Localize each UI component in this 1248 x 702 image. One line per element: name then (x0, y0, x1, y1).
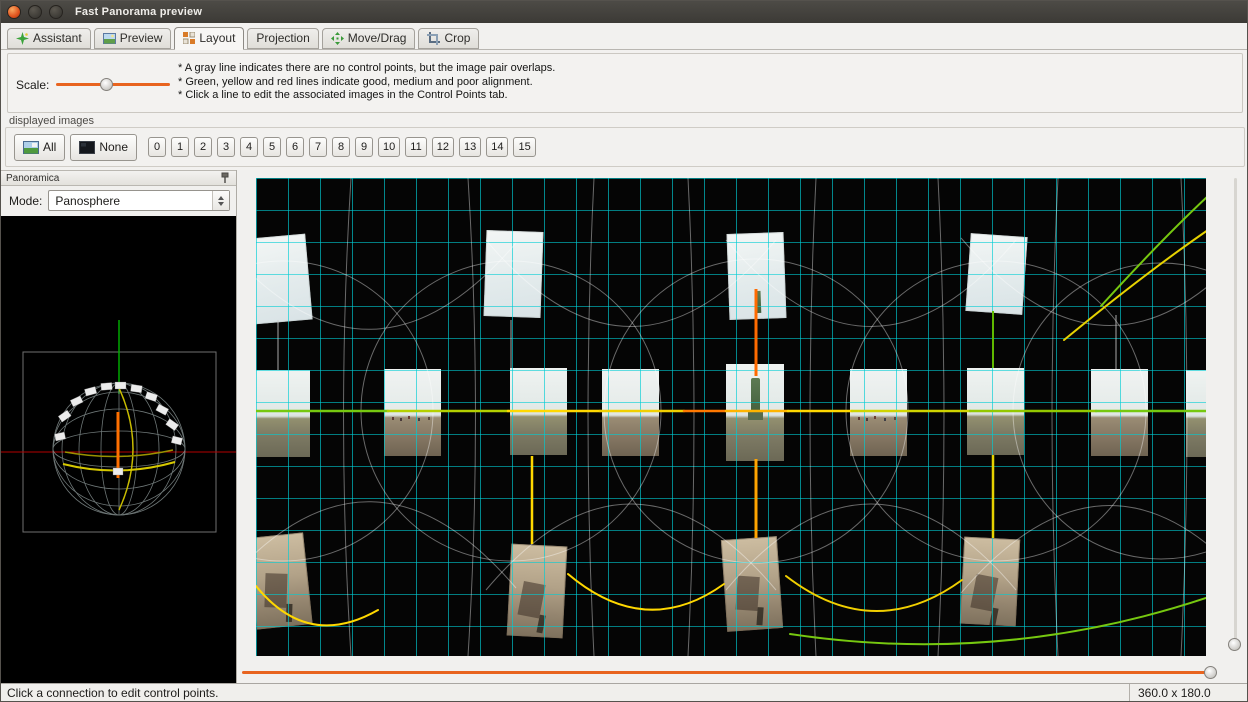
tab-label: Assistant (33, 31, 82, 45)
image-button-14[interactable]: 14 (486, 137, 508, 157)
help-line-1: * A gray line indicates there are no con… (178, 62, 555, 76)
image-button-4[interactable]: 4 (240, 137, 258, 157)
tab-label: Move/Drag (348, 31, 407, 45)
tab-assistant[interactable]: Assistant (7, 28, 91, 49)
help-line-3: * Click a line to edit the associated im… (178, 89, 555, 103)
displayed-images-group: All None 0 1 2 3 4 5 6 7 8 9 10 11 12 13… (5, 127, 1245, 167)
pin-icon[interactable] (219, 172, 231, 184)
tab-label: Projection (256, 31, 309, 45)
help-text: * A gray line indicates there are no con… (178, 62, 555, 103)
titlebar: Fast Panorama preview (1, 1, 1247, 23)
all-button-label: All (43, 140, 56, 154)
image-button-11[interactable]: 11 (405, 137, 426, 157)
image-button-13[interactable]: 13 (459, 137, 481, 157)
wand-icon (16, 32, 29, 45)
image-button-3[interactable]: 3 (217, 137, 235, 157)
displayed-images-label: displayed images (9, 115, 94, 127)
layout-main-area (238, 170, 1248, 685)
image-button-0[interactable]: 0 (148, 137, 166, 157)
panel-title: Panoramica (6, 173, 59, 184)
window-controls (7, 5, 63, 19)
status-message: Click a connection to edit control point… (1, 686, 1129, 700)
image-button-12[interactable]: 12 (432, 137, 454, 157)
close-button[interactable] (7, 5, 21, 19)
scale-slider-handle[interactable] (100, 78, 113, 91)
tab-preview[interactable]: Preview (94, 28, 172, 49)
image-button-8[interactable]: 8 (332, 137, 350, 157)
panosphere-preview[interactable] (1, 216, 236, 685)
no-images-icon (79, 141, 95, 154)
panosphere-wireframe (1, 216, 236, 685)
image-button-6[interactable]: 6 (286, 137, 304, 157)
none-button-label: None (99, 140, 128, 154)
mode-dropdown[interactable]: Panosphere (48, 190, 230, 211)
layout-grid-icon (183, 32, 195, 44)
panorama-dimensions: 360.0 x 180.0 (1129, 684, 1247, 701)
image-button-7[interactable]: 7 (309, 137, 327, 157)
none-button[interactable]: None (70, 134, 137, 161)
image-button-5[interactable]: 5 (263, 137, 281, 157)
tab-move-drag[interactable]: Move/Drag (322, 28, 416, 49)
crop-icon (427, 32, 440, 45)
mode-row: Mode: Panosphere (1, 186, 236, 215)
image-button-9[interactable]: 9 (355, 137, 373, 157)
panosphere-panel: Panoramica Mode: Panosphere (1, 170, 237, 685)
image-button-2[interactable]: 2 (194, 137, 212, 157)
horizontal-pan-handle[interactable] (1204, 666, 1217, 679)
window-title: Fast Panorama preview (75, 6, 202, 18)
dropdown-spinner-icon[interactable] (212, 191, 229, 210)
mode-value: Panosphere (49, 194, 120, 208)
tab-crop[interactable]: Crop (418, 28, 479, 49)
move-arrows-icon (331, 32, 344, 45)
preview-icon (103, 33, 116, 44)
scale-label: Scale: (16, 78, 49, 92)
tab-label: Preview (120, 31, 163, 45)
layout-canvas[interactable] (256, 178, 1206, 656)
tab-label: Crop (444, 31, 470, 45)
scale-panel: Scale: * A gray line indicates there are… (7, 53, 1243, 113)
tab-label: Layout (199, 31, 235, 45)
image-number-buttons: 0 1 2 3 4 5 6 7 8 9 10 11 12 13 14 15 (148, 137, 536, 157)
image-button-10[interactable]: 10 (378, 137, 400, 157)
horizontal-pan-track[interactable] (242, 671, 1214, 674)
tabbar: Assistant Preview Layout Projection Move… (1, 23, 1247, 50)
image-button-15[interactable]: 15 (513, 137, 535, 157)
minimize-button[interactable] (28, 5, 42, 19)
panel-header: Panoramica (1, 170, 236, 186)
connection-lines-overlay[interactable] (256, 178, 1206, 656)
statusbar: Click a connection to edit control point… (1, 683, 1247, 701)
vertical-pan-track[interactable] (1234, 178, 1237, 648)
image-button-1[interactable]: 1 (171, 137, 189, 157)
vertical-pan-handle[interactable] (1228, 638, 1241, 651)
app-window: Fast Panorama preview Assistant Preview … (0, 0, 1248, 702)
tab-layout[interactable]: Layout (174, 27, 244, 50)
scale-slider-track[interactable] (56, 83, 170, 86)
help-line-2: * Green, yellow and red lines indicate g… (178, 76, 555, 90)
tab-projection[interactable]: Projection (247, 28, 318, 49)
all-images-icon (23, 141, 39, 154)
maximize-button[interactable] (49, 5, 63, 19)
mode-label: Mode: (9, 194, 42, 208)
all-button[interactable]: All (14, 134, 65, 161)
